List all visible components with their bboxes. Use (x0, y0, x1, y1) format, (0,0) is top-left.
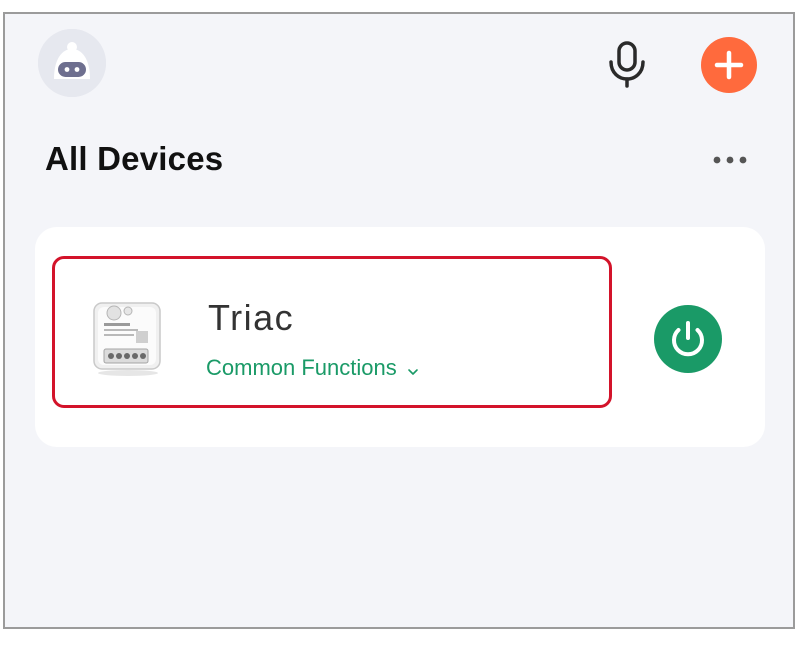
common-functions-toggle[interactable]: Common Functions (206, 355, 419, 382)
robot-avatar-icon[interactable] (38, 29, 106, 97)
power-icon (672, 321, 704, 357)
chevron-down-icon (407, 356, 419, 382)
plus-icon (714, 50, 744, 80)
device-thumbnail (88, 293, 168, 379)
device-card: Triac Common Functions (35, 227, 765, 447)
microphone-icon[interactable] (605, 40, 649, 88)
top-bar (5, 14, 793, 124)
common-functions-label: Common Functions (206, 355, 397, 380)
section-title: All Devices (45, 140, 224, 177)
power-button[interactable] (654, 305, 722, 373)
more-horizontal-icon[interactable] (707, 150, 753, 170)
add-device-button[interactable] (701, 37, 757, 93)
app-screen: All Devices Triac Common Functions (3, 12, 795, 629)
device-name: Triac (208, 297, 295, 338)
